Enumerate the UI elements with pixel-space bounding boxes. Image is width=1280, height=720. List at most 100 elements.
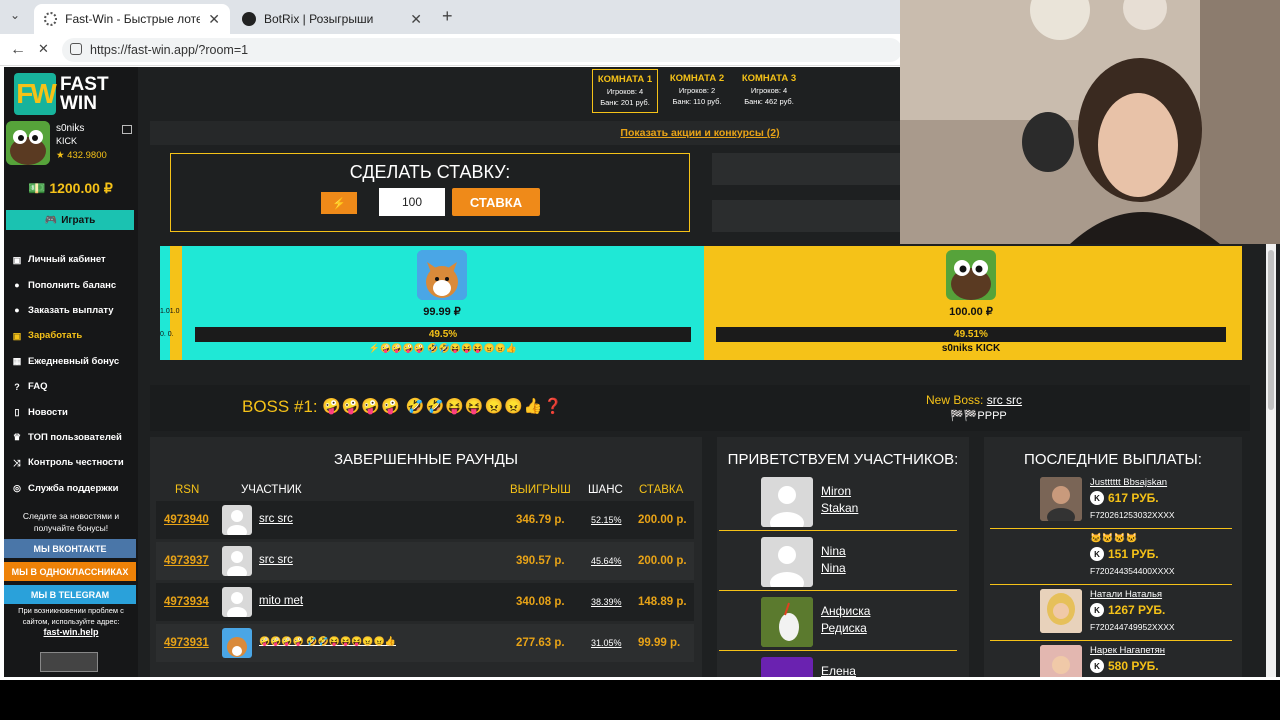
list-item: Анфиска Редиска [719, 593, 957, 651]
bet-amount-input[interactable] [379, 188, 445, 216]
bet-value: 200.00 р. [638, 555, 687, 567]
close-tab-icon[interactable]: ✕ [208, 11, 220, 28]
sidebar-item-label: Контроль честности [28, 457, 124, 469]
chance-value[interactable]: 45.64% [591, 556, 622, 566]
player-name[interactable]: src src [259, 513, 293, 525]
page-scrollbar[interactable] [1266, 244, 1276, 677]
member-last-name: Редиска [821, 621, 867, 635]
payout-name[interactable]: Justttttt Bbsajskan [1090, 477, 1167, 488]
payout-name[interactable]: Нарек Нагапетян [1090, 645, 1165, 656]
vk-button[interactable]: МЫ ВКОНТАКТЕ [4, 539, 136, 558]
member-name[interactable]: Елена [821, 663, 856, 677]
member-name[interactable]: Miron Stakan [821, 483, 858, 517]
support-note: При возникновении проблем с сайтом, испо… [8, 605, 134, 638]
payout-amount: K 580 РУБ. [1090, 659, 1159, 673]
botrix-favicon-icon [242, 12, 256, 26]
sidebar-item-news[interactable]: ▯ Новости [12, 399, 136, 424]
rsn-link[interactable]: 4973937 [164, 555, 209, 567]
stop-loading-icon[interactable]: ✕ [38, 41, 49, 57]
win-value: 346.79 р. [516, 514, 565, 526]
user-points: ★ 432.9800 [56, 150, 107, 161]
rsn-link[interactable]: 4973931 [164, 637, 209, 649]
kick-icon: K [1090, 547, 1104, 561]
list-item: Елена [719, 653, 957, 677]
sidebar-item-label: Служба поддержки [28, 482, 119, 494]
plus-icon[interactable]: + [442, 6, 453, 27]
counter-badge[interactable] [40, 652, 98, 672]
logo-line2: WIN [60, 93, 97, 114]
player-name[interactable]: src src [259, 554, 293, 566]
chance-value[interactable]: 31.05% [591, 638, 622, 648]
quick-bet-button[interactable]: ⚡ [321, 192, 357, 214]
sidebar-item-earn[interactable]: ▣ Заработать [12, 323, 136, 348]
play-button[interactable]: 🎮 Играть [6, 210, 134, 230]
payout-amount-value: 151 РУБ. [1108, 547, 1159, 561]
sidebar-item-daily-bonus[interactable]: ▦ Ежедневный бонус [12, 349, 136, 374]
room-bank: Банк: 110 руб. [672, 97, 722, 106]
tab-title: Fast-Win - Быстрые лотереи! Ком [65, 12, 201, 26]
tab-list-icon[interactable]: ⌄ [10, 8, 20, 22]
member-name[interactable]: Анфиска Редиска [821, 603, 870, 637]
room-bank: Банк: 201 руб. [600, 98, 650, 107]
tab-fast-win[interactable]: Fast-Win - Быстрые лотереи! Ком ✕ [34, 4, 230, 34]
bookmark-icon: ▯ [14, 407, 20, 418]
kick-icon: K [1090, 659, 1104, 673]
user-platform: KICK [56, 136, 78, 146]
bet-title: СДЕЛАТЬ СТАВКУ: [349, 162, 511, 182]
room-3[interactable]: КОМНАТА 3 Игроков: 4 Банк: 462 руб. [736, 69, 802, 113]
avatar[interactable] [6, 121, 50, 165]
chance-value[interactable]: 38.39% [591, 597, 622, 607]
payouts-title: ПОСЛЕДНИЕ ВЫПЛАТЫ: [1024, 451, 1202, 468]
list-item: Нарек Нагапетян K 580 РУБ. [990, 641, 1232, 677]
back-arrow-icon[interactable]: ← [10, 41, 26, 59]
site-info-icon[interactable] [70, 43, 82, 55]
url-field[interactable]: https://fast-win.app/?room=1 [62, 38, 902, 62]
member-name[interactable]: Nina Nina [821, 543, 846, 577]
win-value: 277.63 р. [516, 637, 565, 649]
support-link[interactable]: fast-win.help [43, 627, 98, 637]
payout-name[interactable]: 🐱🐱🐱🐱 [1090, 533, 1137, 544]
player-name[interactable]: mito met [259, 595, 303, 607]
completed-rounds: ЗАВЕРШЕННЫЕ РАУНДЫ RSN УЧАСТНИК ВЫИГРЫШ … [150, 437, 702, 677]
player-name[interactable]: 🤪🤪🤪🤪 🤣🤣😝😝😝😠😠👍 [259, 636, 396, 647]
telegram-button[interactable]: МЫ В TELEGRAM [4, 585, 136, 604]
tab-botrix[interactable]: BotRix | Розыгрыши ✕ [232, 4, 432, 34]
win-value: 390.57 р. [516, 555, 565, 567]
place-bet-button[interactable]: СТАВКА [452, 188, 540, 216]
site-logo[interactable]: FW FAST WIN [14, 73, 114, 115]
team-b: 100.00 ₽ 49.51% s0niks KICK [704, 246, 1242, 360]
sidebar-item-deposit[interactable]: ● Пополнить баланс [12, 272, 136, 297]
rsn-link[interactable]: 4973940 [164, 514, 209, 526]
new-boss-sub: 🏁🏁PPPP [950, 410, 1007, 422]
payout-name[interactable]: Натали Наталья [1090, 589, 1162, 600]
room-title: КОМНАТА 3 [741, 73, 797, 84]
bet-panel: СДЕЛАТЬ СТАВКУ: ⚡ СТАВКА [170, 153, 690, 232]
room-players: Игроков: 4 [606, 87, 644, 96]
sidebar-item-faq[interactable]: ? FAQ [12, 374, 136, 399]
sidebar-item-support[interactable]: ◎ Служба поддержки [12, 476, 136, 501]
list-item: Justttttt Bbsajskan K 617 РУБ. F720261253… [990, 473, 1232, 529]
sidebar-item-top[interactable]: ♛ ТОП пользователей [12, 425, 136, 450]
strip-label: 1.01.0 [160, 308, 180, 315]
new-boss-link[interactable]: src src [987, 393, 1022, 407]
loading-icon [44, 12, 58, 26]
sidebar-item-withdraw[interactable]: ● Заказать выплату [12, 298, 136, 323]
close-tab-icon[interactable]: ✕ [410, 11, 422, 28]
bet-value: 99.99 р. [638, 637, 681, 649]
sidebar-item-label: Заработать [28, 330, 83, 342]
scrollbar-thumb[interactable] [1268, 250, 1274, 410]
ok-button[interactable]: МЫ В ОДНОКЛАССНИКАХ [4, 562, 136, 581]
rounds-title: ЗАВЕРШЕННЫЕ РАУНДЫ [333, 451, 519, 468]
chance-value[interactable]: 52.15% [591, 515, 622, 525]
room-2[interactable]: КОМНАТА 2 Игроков: 2 Банк: 110 руб. [664, 69, 730, 113]
member-first-name: Елена [821, 664, 856, 677]
room-title: КОМНАТА 2 [669, 73, 725, 84]
logout-icon[interactable] [122, 125, 132, 134]
room-1[interactable]: КОМНАТА 1 Игроков: 4 Банк: 201 руб. [592, 69, 658, 113]
rsn-link[interactable]: 4973934 [164, 596, 209, 608]
deposit-icon: ● [14, 280, 20, 291]
sidebar-item-cabinet[interactable]: ▣ Личный кабинет [12, 247, 136, 272]
sidebar-item-fairness[interactable]: ⤨ Контроль честности [12, 450, 136, 475]
support-text: При возникновении проблем с сайтом, испо… [18, 606, 124, 626]
avatar [222, 587, 252, 617]
